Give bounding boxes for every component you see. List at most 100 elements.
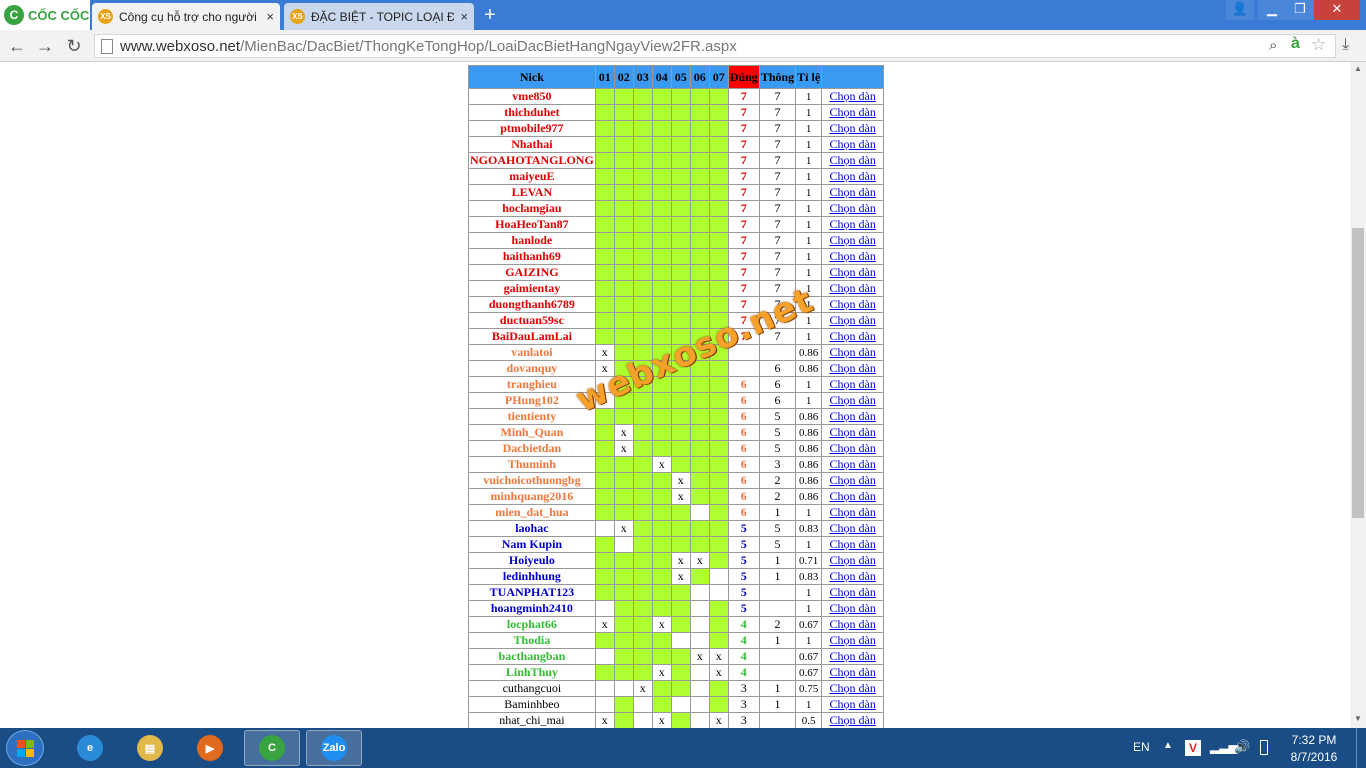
chon-dan-link[interactable]: Chọn dàn [830, 665, 876, 679]
number-cell-06 [689, 440, 710, 457]
number-cell-02 [613, 200, 634, 217]
chon-dan-link[interactable]: Chọn dàn [830, 521, 876, 535]
chon-dan-link[interactable]: Chọn dàn [830, 329, 876, 343]
chon-dan-link[interactable]: Chọn dàn [830, 633, 876, 647]
chon-dan-link[interactable]: Chọn dàn [830, 457, 876, 471]
language-indicator[interactable]: EN [1133, 740, 1150, 754]
chon-dan-link[interactable]: Chọn dàn [830, 585, 876, 599]
taskbar-coccoc-button[interactable]: C [244, 730, 300, 766]
dung-cell: 7 [727, 88, 760, 105]
chon-dan-link[interactable]: Chọn dàn [830, 217, 876, 231]
taskbar-ie-button[interactable]: e [62, 730, 118, 766]
number-cell-05 [670, 520, 691, 537]
tab-close-icon[interactable]: × [266, 9, 274, 24]
chon-dan-link[interactable]: Chọn dàn [830, 313, 876, 327]
chon-dan-link[interactable]: Chọn dàn [830, 361, 876, 375]
chon-dan-link[interactable]: Chọn dàn [830, 569, 876, 583]
chon-dan-link[interactable]: Chọn dàn [830, 441, 876, 455]
back-arrow-icon[interactable]: ← [7, 36, 27, 56]
chon-dan-link[interactable]: Chọn dàn [830, 169, 876, 183]
nick-cell: Thuminh [468, 456, 596, 473]
new-tab-button[interactable]: + [480, 5, 500, 25]
chon-dan-link[interactable]: Chọn dàn [830, 649, 876, 663]
forward-arrow-icon[interactable]: → [35, 36, 55, 56]
close-window-button[interactable]: ✕ [1314, 0, 1360, 20]
number-cell-05 [670, 680, 691, 697]
chon-dan-link[interactable]: Chọn dàn [830, 505, 876, 519]
tile-cell: 0.83 [795, 568, 823, 585]
chon-dan-link[interactable]: Chọn dàn [830, 473, 876, 487]
chon-dan-link[interactable]: Chọn dàn [830, 681, 876, 695]
maximize-button[interactable]: ❐ [1286, 0, 1314, 20]
chon-dan-link[interactable]: Chọn dàn [830, 425, 876, 439]
chon-dan-link[interactable]: Chọn dàn [830, 697, 876, 711]
header-02: 02 [613, 65, 634, 89]
chon-dan-link[interactable]: Chọn dàn [830, 537, 876, 551]
battery-icon[interactable] [1260, 740, 1268, 755]
dictionary-icon[interactable]: à [1291, 35, 1300, 53]
chon-dan-link[interactable]: Chọn dàn [830, 137, 876, 151]
show-desktop-button[interactable] [1356, 728, 1366, 768]
chon-dan-link[interactable]: Chọn dàn [830, 377, 876, 391]
chon-dan-link[interactable]: Chọn dàn [830, 345, 876, 359]
taskbar-zalo-button[interactable]: Zalo [306, 730, 362, 766]
scroll-thumb[interactable] [1352, 228, 1364, 518]
clock-date[interactable]: 8/7/2016 [1284, 750, 1344, 764]
address-bar[interactable]: www.webxoso.net/MienBac/DacBiet/ThongKeT… [94, 34, 1336, 58]
chon-dan-link[interactable]: Chọn dàn [830, 617, 876, 631]
chon-dan-link[interactable]: Chọn dàn [830, 409, 876, 423]
user-profile-icon[interactable]: 👤 [1226, 0, 1254, 20]
chon-dan-link[interactable]: Chọn dàn [830, 489, 876, 503]
number-cell-07 [708, 136, 729, 153]
chon-dan-link[interactable]: Chọn dàn [830, 201, 876, 215]
clock-time[interactable]: 7:32 PM [1284, 733, 1344, 747]
chon-dan-link[interactable]: Chọn dàn [830, 281, 876, 295]
scroll-up-icon[interactable]: ▲ [1350, 64, 1366, 76]
vertical-scrollbar[interactable]: ▲ ▼ [1350, 62, 1366, 728]
chon-dan-link[interactable]: Chọn dàn [830, 553, 876, 567]
action-cell: Chọn dàn [821, 680, 885, 697]
number-cell-04 [651, 104, 672, 121]
number-cell-01: x [594, 712, 615, 728]
url-text[interactable]: www.webxoso.net/MienBac/DacBiet/ThongKeT… [120, 38, 737, 55]
tile-cell: 0.67 [795, 664, 823, 681]
chon-dan-link[interactable]: Chọn dàn [830, 393, 876, 407]
windows-start-button[interactable] [6, 730, 44, 766]
chon-dan-link[interactable]: Chọn dàn [830, 153, 876, 167]
volume-icon[interactable]: 🔊 [1234, 739, 1250, 755]
number-cell-02 [613, 104, 634, 121]
chon-dan-link[interactable]: Chọn dàn [830, 265, 876, 279]
download-icon[interactable]: ⤓ [1342, 36, 1349, 54]
chon-dan-link[interactable]: Chọn dàn [830, 105, 876, 119]
number-cell-04 [651, 264, 672, 281]
number-cell-06 [689, 232, 710, 249]
tile-cell: 1 [795, 264, 823, 281]
number-cell-05 [670, 392, 691, 409]
media-icon: ▶ [197, 735, 223, 761]
bookmark-star-icon[interactable]: ☆ [1311, 35, 1326, 55]
chon-dan-link[interactable]: Chọn dàn [830, 249, 876, 263]
chon-dan-link[interactable]: Chọn dàn [830, 185, 876, 199]
minimize-button[interactable]: ▁ [1258, 0, 1286, 20]
scroll-down-icon[interactable]: ▼ [1350, 714, 1366, 726]
number-cell-07 [708, 216, 729, 233]
coccoc-menu-button[interactable]: C CỐC CỐC [0, 0, 90, 30]
zoom-icon[interactable]: ⌕ [1269, 37, 1277, 54]
thong-cell [758, 600, 797, 617]
chon-dan-link[interactable]: Chọn dàn [830, 601, 876, 615]
taskbar-media-button[interactable]: ▶ [182, 730, 238, 766]
taskbar-explorer-button[interactable]: ▤ [122, 730, 178, 766]
chon-dan-link[interactable]: Chọn dàn [830, 89, 876, 103]
dung-cell: 7 [727, 296, 760, 313]
tab-active[interactable]: XS Công cụ hỗ trợ cho người chơi × [92, 3, 280, 30]
tray-expand-icon[interactable]: ▲ [1163, 740, 1173, 751]
tab-close-icon[interactable]: × [460, 9, 468, 24]
chon-dan-link[interactable]: Chọn dàn [830, 297, 876, 311]
vivo-tray-icon[interactable]: V [1185, 740, 1201, 756]
chon-dan-link[interactable]: Chọn dàn [830, 233, 876, 247]
chon-dan-link[interactable]: Chọn dàn [830, 713, 876, 727]
tab-inactive[interactable]: XS ĐẶC BIỆT - TOPIC LOẠI ĐẦU × [284, 3, 474, 30]
reload-icon[interactable]: ↻ [64, 36, 84, 56]
chon-dan-link[interactable]: Chọn dàn [830, 121, 876, 135]
number-cell-05 [670, 456, 691, 473]
